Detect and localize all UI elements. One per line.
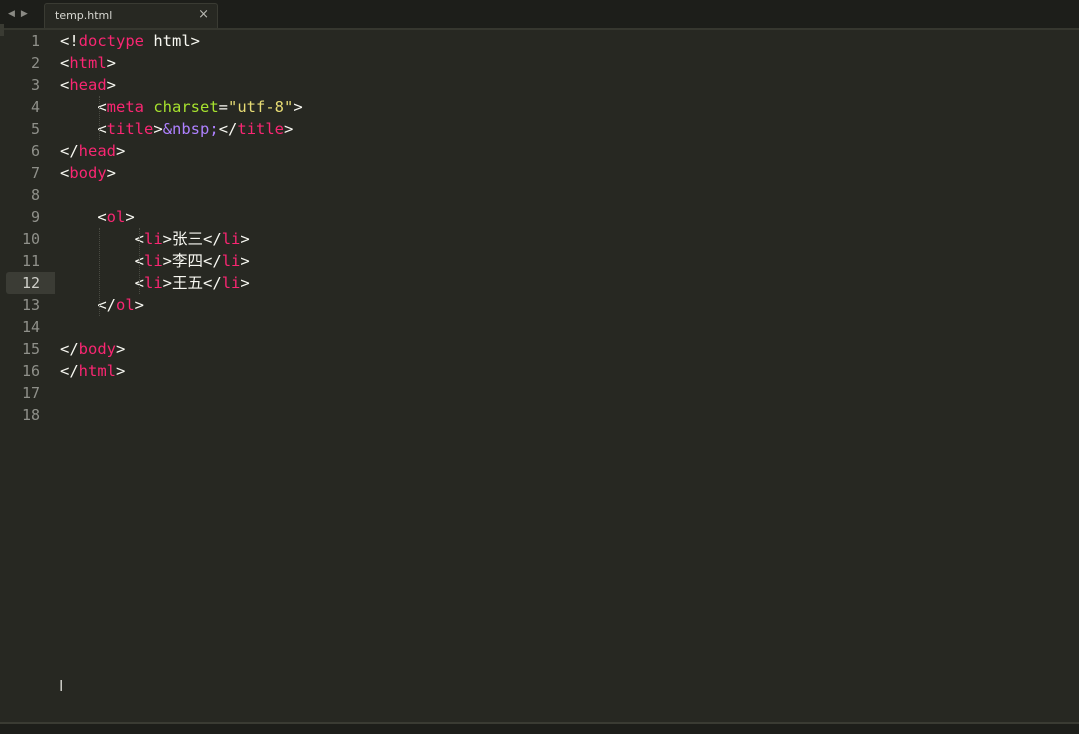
code-line[interactable]: 7 <body> (0, 162, 1079, 184)
text-cursor-icon: Ι (59, 677, 64, 695)
code-line[interactable]: 13 </ol> (0, 294, 1079, 316)
line-number: 14 (21, 318, 40, 336)
code-text[interactable]: </html> (60, 360, 125, 382)
code-line[interactable]: 10 <li>张三</li> (0, 228, 1079, 250)
code-line[interactable]: 14 (0, 316, 1079, 338)
code-editor[interactable]: 1 <!doctype html> 2 <html> 3 <head> 4 <meta ch… (0, 30, 1079, 722)
line-number: 10 (21, 230, 40, 248)
tab-label: temp.html (55, 9, 113, 22)
code-line[interactable]: 16 </html> (0, 360, 1079, 382)
line-number: 8 (30, 186, 40, 204)
code-line[interactable]: 3 <head> (0, 74, 1079, 96)
line-number: 15 (21, 340, 40, 358)
code-line[interactable]: 9 <ol> (0, 206, 1079, 228)
code-text[interactable]: </ol> (60, 294, 144, 316)
code-text[interactable]: <html> (60, 52, 116, 74)
code-text[interactable]: </body> (60, 338, 125, 360)
tab-temp-html[interactable]: temp.html × (44, 3, 218, 28)
nav-next-icon[interactable]: ▶ (21, 0, 28, 28)
line-number: 9 (30, 208, 40, 226)
code-line[interactable]: 5 <title>&nbsp;</title> (0, 118, 1079, 140)
line-number: 16 (21, 362, 40, 380)
line-number: 11 (21, 252, 40, 270)
indent-guide (99, 228, 100, 316)
status-bar (0, 722, 1079, 734)
code-text[interactable]: </head> (60, 140, 125, 162)
indent-guide (99, 96, 100, 140)
line-number: 7 (30, 164, 40, 182)
code-line[interactable]: 15 </body> (0, 338, 1079, 360)
code-text[interactable]: <!doctype html> (60, 30, 200, 52)
code-text[interactable]: <li>李四</li> (60, 250, 250, 272)
code-line[interactable]: 1 <!doctype html> (0, 30, 1079, 52)
code-text[interactable]: <ol> (60, 206, 134, 228)
code-line[interactable]: 11 <li>李四</li> (0, 250, 1079, 272)
line-number: 1 (30, 32, 40, 50)
line-number: 3 (30, 76, 40, 94)
line-number: 17 (21, 384, 40, 402)
code-text[interactable]: <li>张三</li> (60, 228, 250, 250)
line-number: 13 (21, 296, 40, 314)
code-line[interactable]: 8 (0, 184, 1079, 206)
code-line[interactable]: 2 <html> (0, 52, 1079, 74)
code-line[interactable]: 17 (0, 382, 1079, 404)
tab-close-icon[interactable]: × (198, 7, 209, 22)
code-text[interactable]: <title>&nbsp;</title> (60, 118, 293, 140)
code-line[interactable]: 12 <li>王五</li> (0, 272, 1079, 294)
line-number: 2 (30, 54, 40, 72)
code-text[interactable]: <meta charset="utf-8"> (60, 96, 302, 118)
tab-bar: ◀ ▶ temp.html × (0, 0, 1079, 30)
code-text[interactable]: <body> (60, 162, 116, 184)
code-text[interactable]: <head> (60, 74, 116, 96)
indent-guide (139, 228, 140, 294)
line-number: 12 (21, 274, 40, 292)
tab-navigation: ◀ ▶ (8, 0, 28, 28)
code-text[interactable]: <li>王五</li> (60, 272, 250, 294)
code-line[interactable]: 4 <meta charset="utf-8"> (0, 96, 1079, 118)
editor-window: ◀ ▶ temp.html × 1 <!doctype html> 2 <html> 3… (0, 0, 1079, 734)
line-number: 5 (30, 120, 40, 138)
code-line[interactable]: 6 </head> (0, 140, 1079, 162)
line-number: 6 (30, 142, 40, 160)
code-line[interactable]: 18 (0, 404, 1079, 426)
line-number: 18 (21, 406, 40, 424)
nav-prev-icon[interactable]: ◀ (8, 0, 15, 28)
line-number: 4 (30, 98, 40, 116)
